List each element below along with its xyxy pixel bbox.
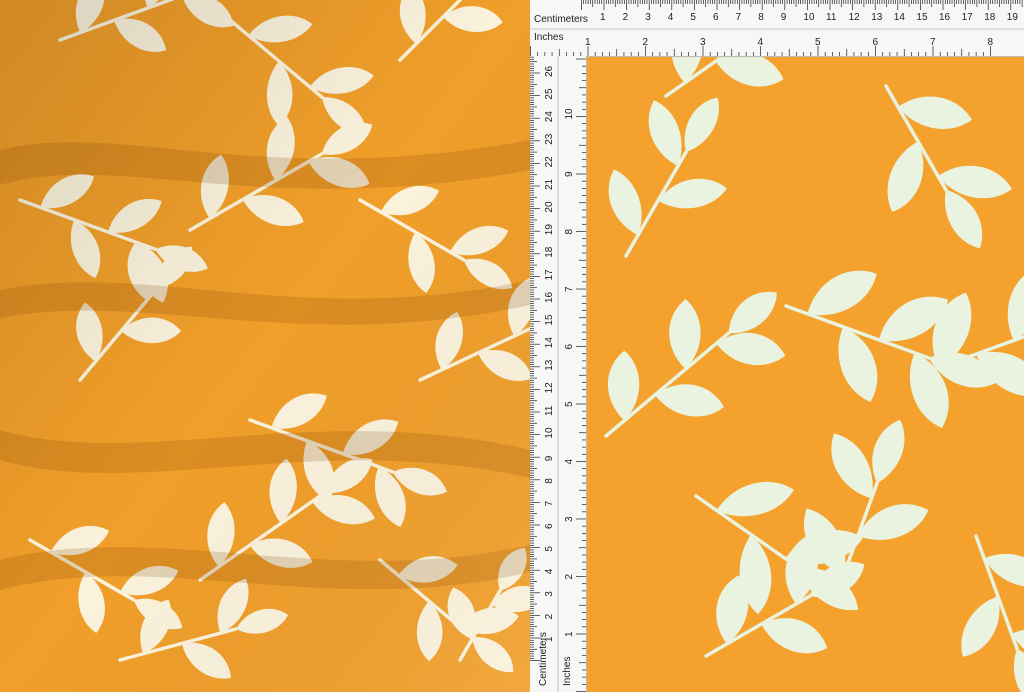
ruler-cm-tick-label: 13 — [871, 12, 883, 23]
flat-fabric-pattern — [604, 56, 1024, 692]
ruler-side-cm-tick-label: 25 — [544, 88, 555, 100]
ruler-cm-tick-label: 11 — [826, 12, 837, 23]
ruler-cm-tick-label: 17 — [962, 12, 974, 23]
ruler-side-cm-tick-label: 3 — [544, 591, 555, 597]
draped-fabric-pattern — [0, 0, 530, 692]
ruler-in-tick-label: 3 — [700, 37, 706, 48]
ruler-cm-tick-label: 10 — [803, 12, 815, 23]
ruler-cm-tick-label: 19 — [1007, 12, 1019, 23]
ruler-top-in-label: Inches — [534, 32, 563, 43]
ruler-side-cm-tick-label: 4 — [544, 568, 555, 574]
leaf-shape — [898, 96, 972, 129]
ruler-in-tick-label: 6 — [873, 37, 879, 48]
ruler-side-in-tick-label: 5 — [564, 401, 575, 407]
leaf-shape — [655, 384, 724, 417]
ruler-cm-tick-label: 7 — [736, 12, 742, 23]
ruler-side-cm-tick-label: 1 — [544, 636, 555, 642]
ruler-side-cm-tick-label: 8 — [544, 478, 555, 484]
ruler-side-in-label: Inches — [562, 657, 573, 686]
ruler-side-in-tick-label: 6 — [564, 344, 575, 350]
ruler-cm-tick-label: 9 — [781, 12, 787, 23]
ruler-in-tick-label: 7 — [930, 37, 936, 48]
ruler-side-in-tick-label: 9 — [564, 171, 575, 177]
ruler-cm-tick-label: 12 — [849, 12, 861, 23]
ruler-in-tick-label: 8 — [988, 37, 994, 48]
ruler-in-tick-label: 2 — [643, 37, 649, 48]
leaf-shape — [1007, 265, 1024, 341]
ruler-cm-tick-label: 2 — [623, 12, 629, 23]
ruler-side-cm-tick-label: 10 — [544, 427, 555, 439]
ruler-side-cm-tick-label: 16 — [544, 291, 555, 303]
ruler-cm-tick-label: 6 — [713, 12, 719, 23]
ruler-cm-tick-label: 16 — [939, 12, 951, 23]
leaf-shape — [658, 178, 727, 209]
top-ruler: Centimeters Inches 1 2 3 4 5 6 7 8 9 10 11 12 13 14 15… — [530, 0, 1024, 57]
ruler-side-cm-tick-label: 26 — [544, 65, 555, 77]
ruler-side-in-tick-label: 2 — [564, 574, 575, 580]
ruler-cm-tick-label: 8 — [758, 12, 764, 23]
ruler-side-cm-tick-label: 21 — [544, 178, 555, 190]
ruler-side-in-tick-label: 7 — [564, 286, 575, 292]
ruler-side-cm-tick-label: 11 — [544, 405, 555, 416]
ruler-top-cm-label: Centimeters — [534, 14, 588, 25]
ruler-side-cm-tick-label: 22 — [544, 156, 555, 168]
ruler-cm-tick-label: 18 — [984, 12, 996, 23]
leaf-shape — [761, 618, 828, 654]
side-ruler: Centimeters Inches 1 2 3 4 5 6 7 8 9 10 11 12 13 14 15… — [530, 56, 587, 692]
ruler-in-tick-label: 5 — [815, 37, 821, 48]
leaf-shape — [684, 97, 719, 153]
ruler-side-cm-tick-label: 7 — [544, 500, 555, 506]
ruler-cm-tick-label: 4 — [668, 12, 674, 23]
ruler-side-cm-tick-label: 13 — [544, 359, 555, 371]
ruler-side-cm-tick-label: 12 — [544, 382, 555, 394]
ruler-side-in-tick-label: 4 — [564, 459, 575, 465]
leaf-shape — [716, 332, 786, 366]
ruler-side-cm-tick-label: 20 — [544, 201, 555, 213]
ruler-in-tick-label: 1 — [585, 37, 591, 48]
ruler-side-in-tick-label: 8 — [564, 229, 575, 235]
leaf-shape — [961, 596, 1000, 657]
ruler-side-in-tick-label: 3 — [564, 516, 575, 522]
ruler-side-cm-tick-label: 14 — [544, 337, 555, 349]
ruler-side-cm-tick-label: 18 — [544, 246, 555, 258]
ruler-side-cm-tick-label: 6 — [544, 523, 555, 529]
ruler-cm-tick-label: 5 — [690, 12, 696, 23]
leaf-shape — [807, 270, 877, 316]
ruler-side-cm-tick-label: 2 — [544, 613, 555, 619]
ruler-side-cm-tick-label: 17 — [544, 269, 555, 281]
leaf-shape — [1013, 648, 1024, 692]
leaf-shape — [887, 141, 924, 212]
ruler-cm-tick-label: 15 — [916, 12, 928, 23]
ruler-side-cm-tick-label: 24 — [544, 111, 555, 123]
ruler-side-cm-tick-label: 23 — [544, 133, 555, 145]
ruler-cm-tick-label: 14 — [894, 12, 906, 23]
ruler-in-tick-label: 4 — [758, 37, 764, 48]
ruler-side-cm-tick-label: 5 — [544, 546, 555, 552]
ruler-cm-tick-label: 3 — [645, 12, 651, 23]
fabric-light-overlay — [0, 0, 530, 692]
leaf-shape — [715, 56, 784, 87]
ruler-side-in-tick-label: 10 — [564, 108, 575, 120]
draped-fabric-photo — [0, 0, 530, 692]
ruler-side-cm-tick-label: 19 — [544, 224, 555, 236]
flat-fabric-swatch — [586, 56, 1024, 692]
ruler-side-cm-tick-label: 15 — [544, 314, 555, 326]
ruler-side-cm-tick-label: 9 — [544, 455, 555, 461]
ruler-cm-tick-label: 1 — [600, 12, 606, 23]
ruler-side-in-tick-label: 1 — [564, 631, 575, 637]
leaf-shape — [984, 553, 1024, 587]
